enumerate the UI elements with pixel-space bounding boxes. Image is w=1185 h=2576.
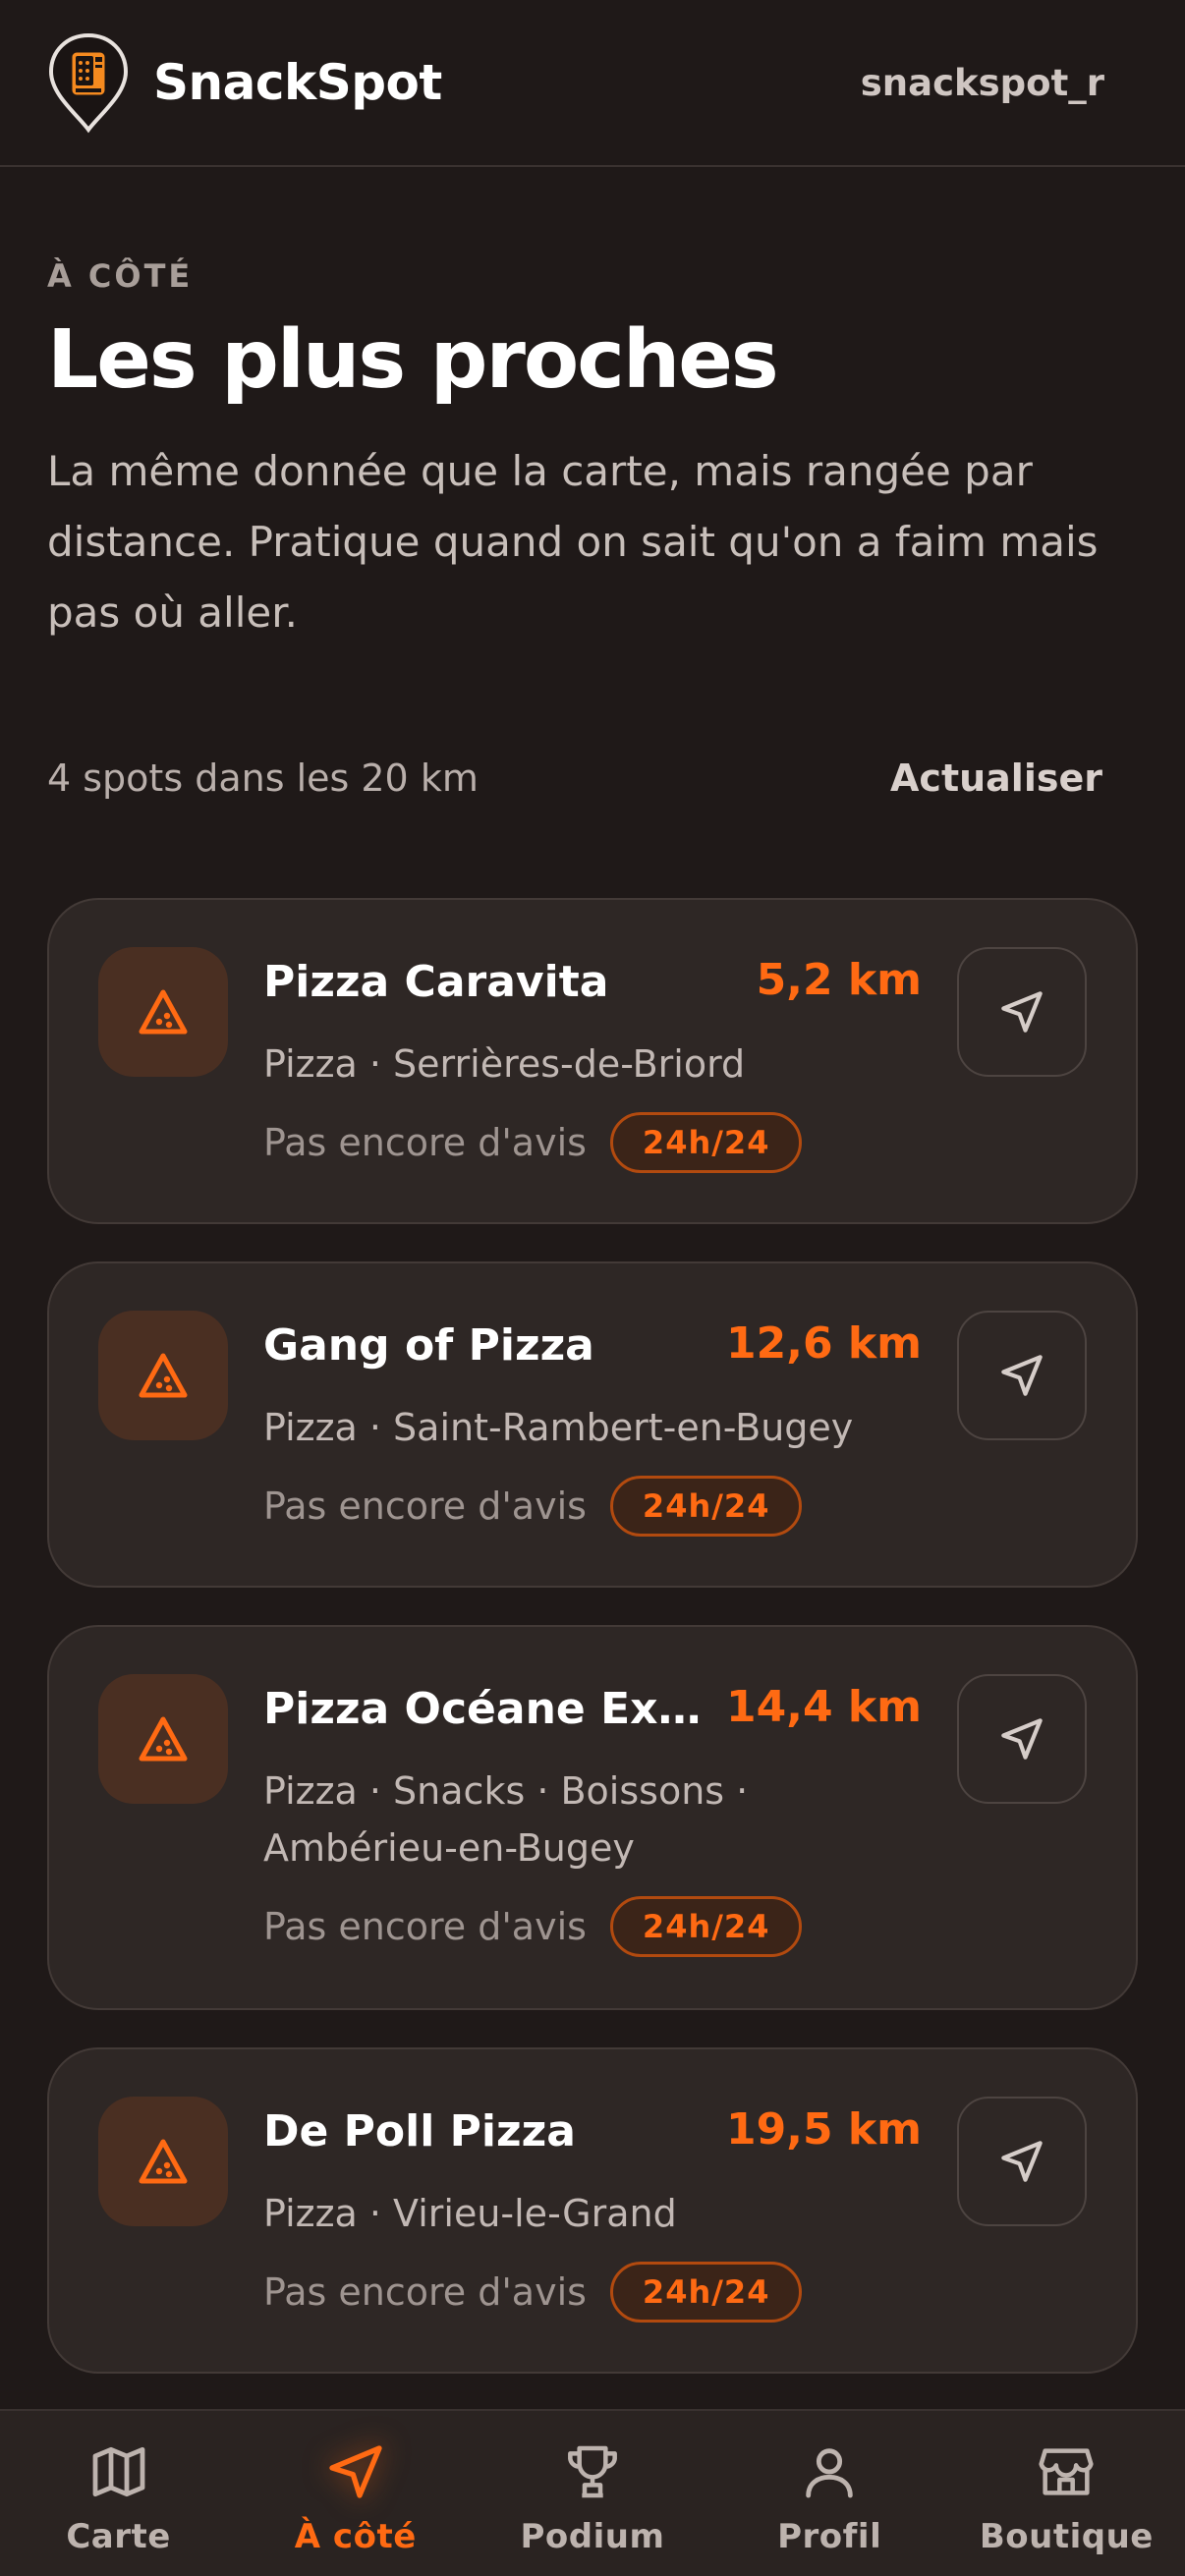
- refresh-button[interactable]: Actualiser: [890, 756, 1102, 800]
- spot-review-row: Pas encore d'avis 24h/24: [263, 1896, 803, 1957]
- map-icon: [85, 2438, 152, 2505]
- section-eyebrow: À CÔTÉ: [47, 257, 194, 295]
- spot-reviews: Pas encore d'avis: [263, 1484, 587, 1528]
- results-toolbar: 4 spots dans les 20 km Actualiser: [47, 756, 1102, 800]
- spot-meta: Pizza · Virieu-le-Grand: [263, 2192, 677, 2235]
- results-count: 4 spots dans les 20 km: [47, 756, 479, 800]
- nav-tab-a-cote[interactable]: À côté: [248, 2411, 464, 2556]
- nav-tab-carte[interactable]: Carte: [11, 2411, 227, 2556]
- navigation-arrow-icon: [1001, 1355, 1043, 1396]
- page-title: Les plus proches: [47, 313, 779, 407]
- spot-name: Gang of Pizza: [263, 1320, 594, 1371]
- spot-meta: Pizza · Snacks · Boissons · Ambérieu-en-…: [263, 1769, 749, 1870]
- spot-review-row: Pas encore d'avis 24h/24: [263, 1476, 803, 1537]
- nav-label: Boutique: [979, 2517, 1154, 2556]
- navigation-arrow-icon: [1001, 1718, 1043, 1760]
- spot-distance: 19,5 km: [726, 2104, 922, 2155]
- navigation-arrow-icon: [1001, 2141, 1043, 2182]
- spot-reviews: Pas encore d'avis: [263, 1905, 587, 1948]
- spot-name: De Poll Pizza: [263, 2106, 576, 2156]
- hours-badge: 24h/24: [609, 2262, 803, 2323]
- spot-name: Pizza Océane Expr...: [263, 1684, 715, 1734]
- nav-label: Profil: [777, 2517, 882, 2556]
- nav-tab-podium[interactable]: Podium: [484, 2411, 701, 2556]
- trophy-icon: [559, 2438, 626, 2505]
- directions-button[interactable]: [957, 2097, 1087, 2226]
- brand[interactable]: SnackSpot: [47, 31, 442, 134]
- navigation-arrow-icon: [322, 2438, 389, 2505]
- page-subtitle: La même donnée que la carte, mais rangée…: [47, 447, 1099, 638]
- app-header: SnackSpot snackspot_r: [0, 0, 1185, 167]
- directions-button[interactable]: [957, 1311, 1087, 1440]
- spot-distance: 5,2 km: [756, 955, 922, 1005]
- spot-distance: 14,4 km: [726, 1682, 922, 1732]
- spot-distance: 12,6 km: [726, 1318, 922, 1369]
- page-intro: À CÔTÉ Les plus proches La même donnée q…: [47, 257, 1138, 648]
- vending-machine-pin-logo-icon: [47, 31, 130, 134]
- nav-tab-profil[interactable]: Profil: [721, 2411, 937, 2556]
- store-icon: [1033, 2438, 1100, 2505]
- spot-card[interactable]: Pizza Caravita 5,2 km Pizza · Serrières-…: [47, 898, 1138, 1224]
- spot-card[interactable]: Gang of Pizza 12,6 km Pizza · Saint-Ramb…: [47, 1261, 1138, 1588]
- pizza-slice-icon: [98, 2097, 228, 2226]
- directions-button[interactable]: [957, 1674, 1087, 1804]
- nav-label: À côté: [294, 2517, 417, 2556]
- hours-badge: 24h/24: [609, 1112, 803, 1173]
- spot-meta: Pizza · Saint-Rambert-en-Bugey: [263, 1406, 854, 1449]
- pizza-slice-icon: [98, 1311, 228, 1440]
- spot-card[interactable]: Pizza Océane Expr... 14,4 km Pizza · Sna…: [47, 1625, 1138, 2010]
- spot-meta: Pizza · Serrières-de-Briord: [263, 1042, 746, 1086]
- spot-name: Pizza Caravita: [263, 957, 609, 1007]
- app-name: SnackSpot: [153, 54, 442, 111]
- spot-reviews: Pas encore d'avis: [263, 2270, 587, 2314]
- navigation-arrow-icon: [1001, 991, 1043, 1033]
- hours-badge: 24h/24: [609, 1896, 803, 1957]
- bottom-navigation: Carte À côté Podium Profil Boutique: [0, 2409, 1185, 2576]
- spot-review-row: Pas encore d'avis 24h/24: [263, 1112, 803, 1173]
- spot-reviews: Pas encore d'avis: [263, 1121, 587, 1164]
- pizza-slice-icon: [98, 1674, 228, 1804]
- directions-button[interactable]: [957, 947, 1087, 1077]
- username-link[interactable]: snackspot_r: [861, 62, 1104, 104]
- spot-review-row: Pas encore d'avis 24h/24: [263, 2262, 803, 2323]
- nav-label: Podium: [520, 2517, 665, 2556]
- hours-badge: 24h/24: [609, 1476, 803, 1537]
- nav-tab-boutique[interactable]: Boutique: [958, 2411, 1174, 2556]
- spot-card[interactable]: De Poll Pizza 19,5 km Pizza · Virieu-le-…: [47, 2047, 1138, 2374]
- nav-label: Carte: [66, 2517, 171, 2556]
- user-icon: [796, 2438, 863, 2505]
- pizza-slice-icon: [98, 947, 228, 1077]
